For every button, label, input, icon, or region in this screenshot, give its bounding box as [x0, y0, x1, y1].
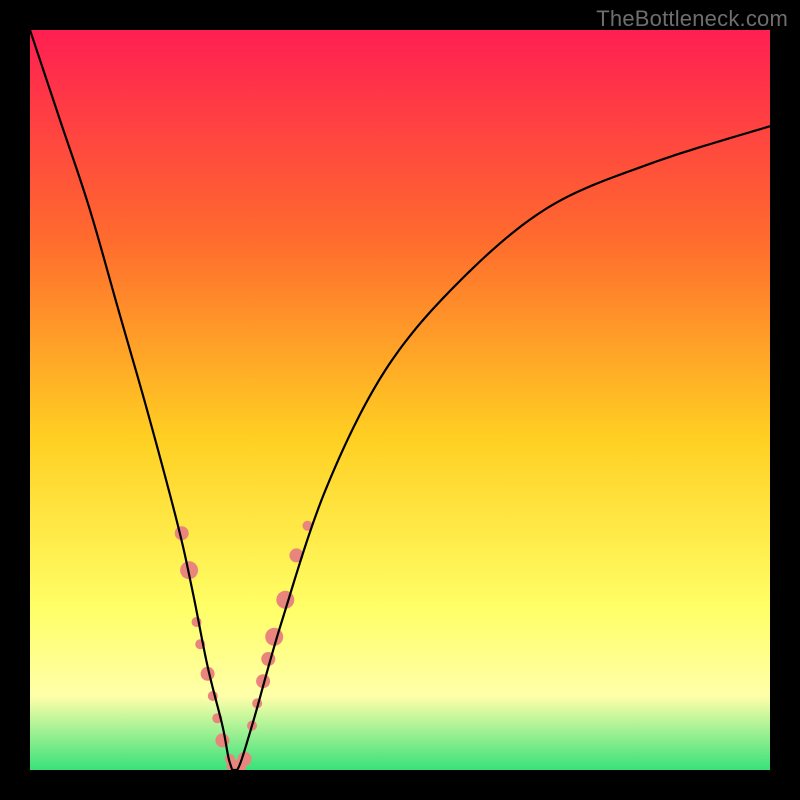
watermark-text: TheBottleneck.com [596, 6, 788, 32]
chart-frame: TheBottleneck.com [0, 0, 800, 800]
marker-dot [276, 591, 294, 609]
gradient-background [30, 30, 770, 770]
bottleneck-chart [30, 30, 770, 770]
plot-area [30, 30, 770, 770]
